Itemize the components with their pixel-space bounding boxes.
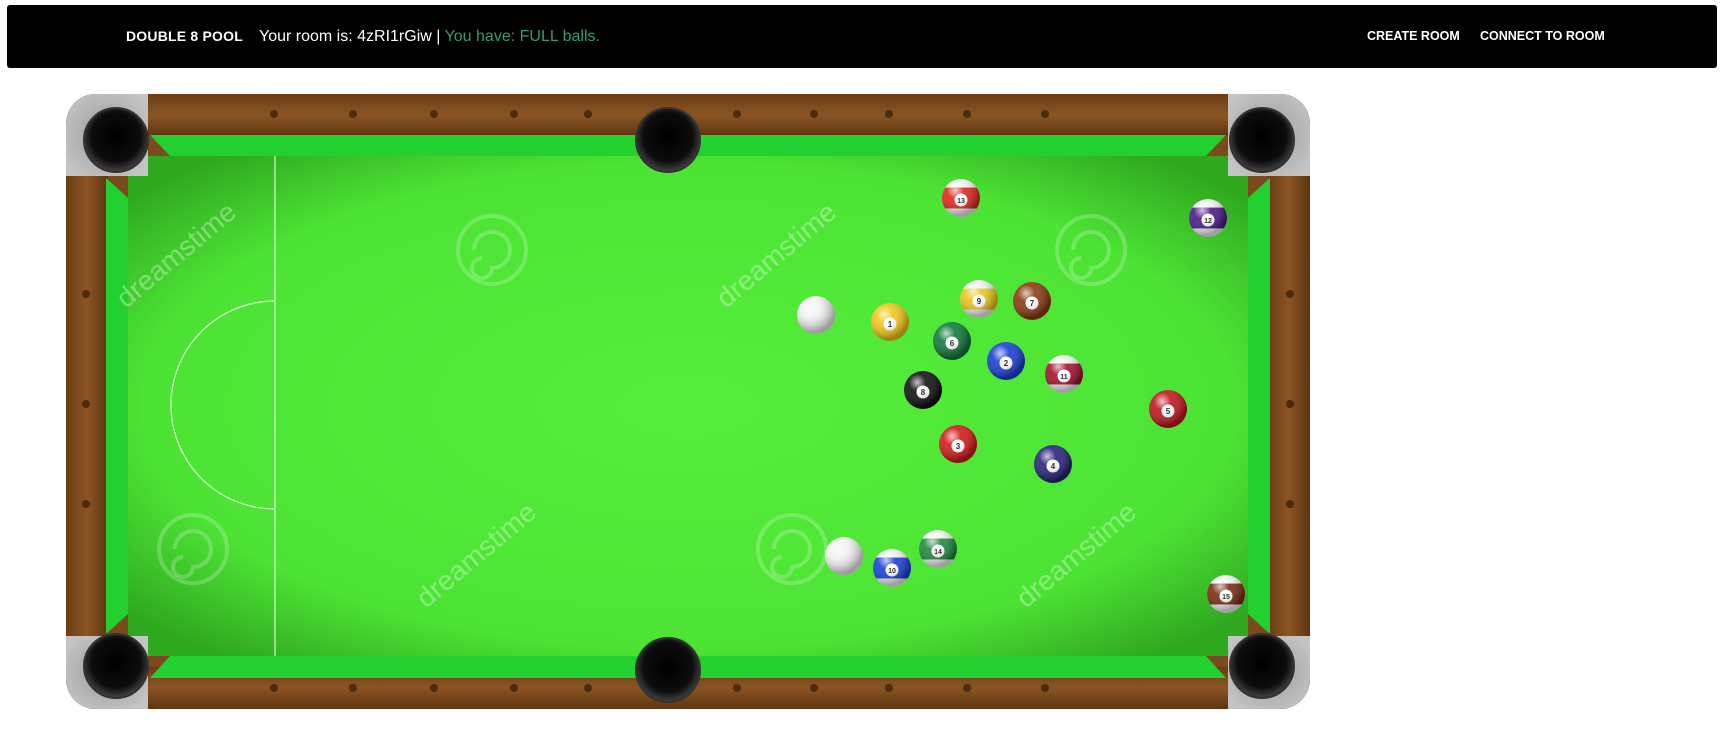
balls-status: You have: FULL balls. — [444, 28, 600, 45]
table-felt — [128, 156, 1248, 656]
pocket-bottom-middle — [635, 637, 701, 703]
ball-3[interactable]: 3 — [939, 425, 977, 463]
pocket-bottom-right — [1229, 633, 1295, 699]
ball-8[interactable]: 8 — [904, 371, 942, 409]
room-separator: | — [431, 28, 445, 45]
ball-12[interactable]: 12 — [1189, 199, 1227, 237]
cue-ball[interactable] — [797, 296, 835, 334]
ball-2[interactable]: 2 — [987, 342, 1025, 380]
room-info: Your room is: 4zRI1rGiw | You have: FULL… — [259, 5, 600, 68]
connect-to-room-link[interactable]: CONNECT TO ROOM — [1480, 5, 1605, 68]
cushion-left — [106, 178, 128, 634]
ball-4[interactable]: 4 — [1034, 445, 1072, 483]
cushion-right — [1248, 178, 1270, 634]
ball-14[interactable]: 14 — [919, 530, 957, 568]
pocket-top-middle — [635, 107, 701, 173]
ball-7[interactable]: 7 — [1013, 282, 1051, 320]
ball-10[interactable]: 10 — [873, 549, 911, 587]
pocket-top-right — [1229, 107, 1295, 173]
ball-9[interactable]: 9 — [960, 280, 998, 318]
ball-15[interactable]: 15 — [1207, 575, 1245, 613]
room-label: Your room is: — [259, 28, 358, 45]
top-navbar: DOUBLE 8 POOL Your room is: 4zRI1rGiw | … — [7, 5, 1717, 68]
ball-11[interactable]: 11 — [1045, 355, 1083, 393]
brand-logo[interactable]: DOUBLE 8 POOL — [126, 5, 243, 68]
pool-table[interactable]: dreamstime dreamstime dreamstime dreamst… — [66, 94, 1310, 709]
ball-1[interactable]: 1 — [871, 303, 909, 341]
create-room-link[interactable]: CREATE ROOM — [1367, 5, 1460, 68]
pocket-top-left — [83, 107, 149, 173]
ball-5[interactable]: 5 — [1149, 390, 1187, 428]
room-code: 4zRI1rGiw — [357, 28, 432, 45]
ball-13[interactable]: 13 — [942, 179, 980, 217]
pocket-bottom-left — [83, 633, 149, 699]
cue-ball[interactable] — [825, 537, 863, 575]
ball-6[interactable]: 6 — [933, 322, 971, 360]
